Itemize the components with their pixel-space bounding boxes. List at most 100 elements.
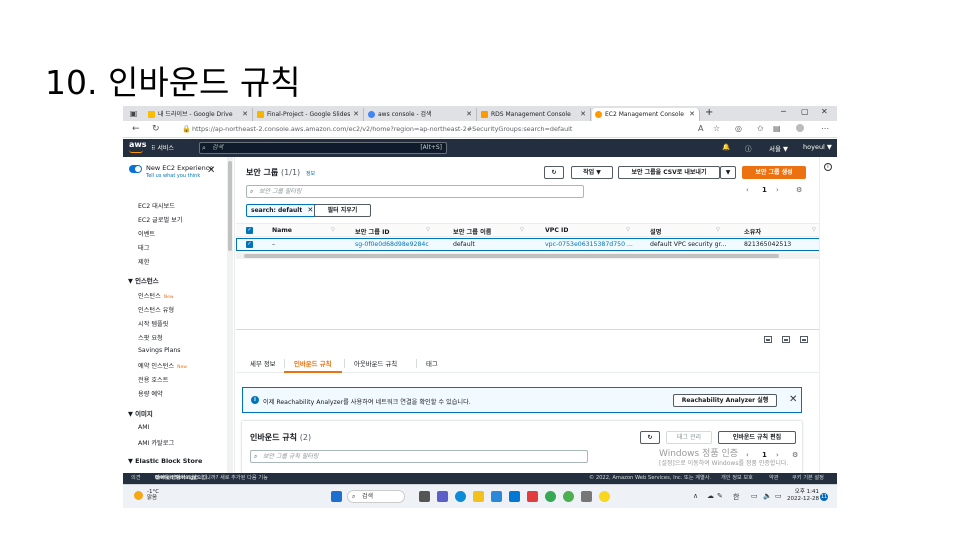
column-sg-name[interactable]: 보안 그룹 이름 <box>453 227 491 236</box>
task-view-icon[interactable] <box>419 491 430 502</box>
read-aloud-icon[interactable]: A <box>698 124 703 133</box>
select-all-checkbox[interactable]: ✓ <box>246 227 253 234</box>
sort-icon[interactable]: ▽ <box>520 227 524 233</box>
sort-icon[interactable]: ▽ <box>426 227 430 233</box>
bell-icon[interactable]: 🔔 <box>722 143 730 151</box>
aws-search-input[interactable]: ⌕ 검색 [Alt+S] <box>199 142 447 154</box>
url-field[interactable]: 🔒 https://ap-northeast-2.console.aws.ama… <box>180 123 720 136</box>
close-icon[interactable]: ✕ <box>353 108 359 121</box>
sidebar-section-ebs[interactable]: ▼ Elastic Block Store <box>128 457 202 465</box>
reload-icon[interactable]: ↻ <box>152 124 160 134</box>
more-icon[interactable]: ⋯ <box>821 124 829 133</box>
new-tab-button[interactable]: + <box>705 107 713 118</box>
mail-icon[interactable] <box>509 491 520 502</box>
app-icon[interactable] <box>563 491 574 502</box>
close-icon[interactable]: ✕ <box>307 205 313 216</box>
region-selector[interactable]: 서울 ▼ <box>769 143 788 153</box>
sidebar-scrollbar-thumb[interactable] <box>228 161 232 251</box>
app-icon[interactable] <box>527 491 538 502</box>
sidebar-item-ami-catalog[interactable]: AMI 카탈로그 <box>138 438 174 447</box>
sidebar-item-ami[interactable]: AMI <box>138 424 149 431</box>
create-security-group-button[interactable]: 보안 그룹 생성 <box>742 166 806 179</box>
sidebar-item-instance-types[interactable]: 인스턴스 유형 <box>138 305 174 314</box>
profile-avatar[interactable] <box>796 124 804 132</box>
weather-icon[interactable] <box>134 491 143 500</box>
feedback-link[interactable]: 의견 <box>131 473 141 484</box>
sidebar-item-ec2-dashboard[interactable]: EC2 대시보드 <box>138 201 175 210</box>
close-icon[interactable]: ✕ <box>580 108 586 121</box>
next-page-icon[interactable]: › <box>776 186 779 194</box>
sidebar-item-reserved-instances[interactable]: 예약 인스턴스 New <box>138 361 187 370</box>
app-icon[interactable] <box>581 491 592 502</box>
gear-icon[interactable]: ⚙ <box>792 451 798 459</box>
column-vpc-id[interactable]: VPC ID <box>545 227 568 234</box>
privacy-link[interactable]: 개인 정보 보호 <box>721 473 753 484</box>
clear-filters-button[interactable]: 필터 지우기 <box>314 204 371 217</box>
cell-vpc-id-link[interactable]: vpc-0753e06315387d750 ... <box>545 241 633 248</box>
taskbar-search[interactable]: ⌕ 검색 <box>347 490 405 503</box>
manage-tags-button[interactable]: 태그 관리 <box>666 431 712 444</box>
column-sg-id[interactable]: 보안 그룹 ID <box>355 227 390 236</box>
store-icon[interactable] <box>491 491 502 502</box>
favorites-icon[interactable]: ✩ <box>757 124 764 133</box>
sidebar-item-spot-requests[interactable]: 스팟 요청 <box>138 333 163 342</box>
actions-button[interactable]: 작업 ▼ <box>571 166 613 179</box>
onedrive-icon[interactable]: ☁ <box>707 492 714 500</box>
run-reachability-analyzer-button[interactable]: Reachability Analyzer 실행 <box>673 394 777 407</box>
terms-link[interactable]: 약관 <box>769 473 779 484</box>
security-group-filter-input[interactable]: ⌕ 보안 그룹 필터링 <box>246 185 584 198</box>
table-row[interactable]: ✓ – sg-0f0e0d68d98e9284c default vpc-075… <box>236 238 826 251</box>
sidebar-section-instances[interactable]: ▼ 인스턴스 <box>128 276 159 285</box>
refresh-button[interactable]: ↻ <box>544 166 564 179</box>
weather-widget[interactable]: -1°C 맑음 <box>147 489 159 501</box>
help-icon[interactable]: ⓘ <box>745 143 752 153</box>
close-icon[interactable]: ✕ <box>207 165 215 176</box>
edge-icon[interactable] <box>455 491 466 502</box>
sort-icon[interactable]: ▽ <box>716 227 720 233</box>
battery-icon[interactable]: ▭ <box>775 492 782 500</box>
column-owner[interactable]: 소유자 <box>744 227 761 236</box>
row-checkbox[interactable]: ✓ <box>246 241 253 248</box>
start-icon[interactable] <box>331 491 342 502</box>
sidebar-item-tags[interactable]: 태그 <box>138 243 149 252</box>
export-dropdown-button[interactable]: ▼ <box>720 166 736 179</box>
sidebar-item-launch-templates[interactable]: 시작 템플릿 <box>138 319 168 328</box>
sidebar-item-global-view[interactable]: EC2 글로벌 보기 <box>138 215 183 224</box>
maximize-button[interactable]: ▢ <box>801 107 809 116</box>
notification-badge[interactable]: 11 <box>820 493 828 501</box>
gear-icon[interactable]: ⚙ <box>796 186 802 194</box>
close-icon[interactable]: ✕ <box>689 108 695 121</box>
new-experience-toggle[interactable] <box>129 165 142 173</box>
tab-actions-icon[interactable]: ▣ <box>129 109 138 118</box>
tab-outbound-rules[interactable]: 아웃바운드 규칙 <box>354 359 397 368</box>
chat-icon[interactable] <box>437 491 448 502</box>
tell-us-link[interactable]: Tell us what you think <box>146 173 200 179</box>
tab-rds-console[interactable]: RDS Management Console ✕ <box>478 108 591 121</box>
export-csv-button[interactable]: 보안 그룹을 CSV로 내보내기 <box>618 166 720 179</box>
tab-google-drive[interactable]: 내 드라이브 - Google Drive ✕ <box>145 108 253 121</box>
clock[interactable]: 오후 1:41 2022-12-28 <box>787 489 819 503</box>
close-icon[interactable]: ✕ <box>242 108 248 121</box>
extensions-icon[interactable]: ◎ <box>735 124 742 133</box>
sidebar-section-images[interactable]: ▼ 이미지 <box>128 409 153 418</box>
tab-google-slides[interactable]: Final-Project - Google Slides ✕ <box>254 108 364 121</box>
edit-inbound-rules-button[interactable]: 인바운드 규칙 편집 <box>718 431 796 444</box>
aws-logo[interactable]: aws <box>129 140 147 150</box>
pen-icon[interactable]: ✎ <box>717 492 723 500</box>
split-bottom-icon[interactable] <box>764 336 772 343</box>
ime-indicator[interactable]: 한 <box>733 492 739 502</box>
sort-icon[interactable]: ▽ <box>626 227 630 233</box>
sidebar-item-instances[interactable]: 인스턴스 New <box>138 291 174 300</box>
chrome-icon[interactable] <box>545 491 556 502</box>
sort-icon[interactable]: ▽ <box>331 227 335 233</box>
refresh-button[interactable]: ↻ <box>640 431 660 444</box>
user-menu[interactable]: hoyeul ▼ <box>803 143 832 151</box>
services-menu[interactable]: ⠿ 서비스 <box>151 143 174 152</box>
cookie-preferences-link[interactable]: 쿠키 기본 설정 <box>792 473 824 484</box>
tab-ec2-console[interactable]: EC2 Management Console ✕ <box>592 108 700 121</box>
minimize-button[interactable]: ─ <box>781 107 786 116</box>
collections-icon[interactable]: ▤ <box>773 124 781 133</box>
back-icon[interactable]: ← <box>132 124 140 134</box>
column-name[interactable]: Name <box>272 227 292 234</box>
close-icon[interactable]: ✕ <box>466 108 472 121</box>
